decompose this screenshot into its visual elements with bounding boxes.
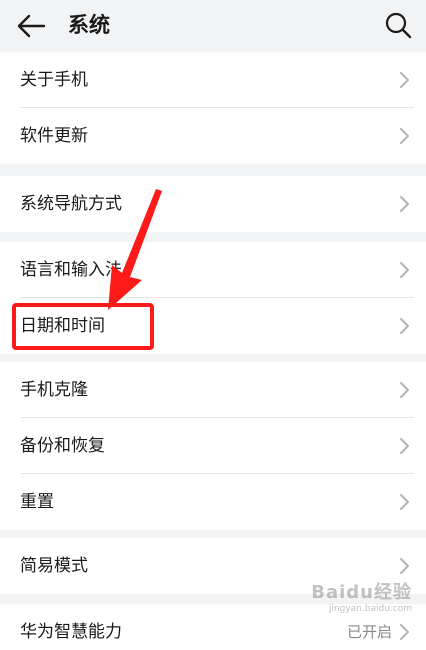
- settings-item-reset[interactable]: 重置: [0, 474, 426, 530]
- search-icon: [385, 12, 412, 39]
- page-title: 系统: [68, 13, 110, 37]
- chevron-right-icon: [400, 196, 409, 212]
- back-arrow-icon: [17, 14, 46, 38]
- chevron-right-icon: [400, 382, 409, 398]
- chevron-right-icon: [400, 262, 409, 278]
- watermark-main: Baidu经验: [311, 582, 412, 603]
- settings-item-system-navigation[interactable]: 系统导航方式: [0, 176, 426, 232]
- settings-group-1: 关于手机 软件更新: [0, 52, 426, 164]
- settings-item-label: 关于手机: [20, 70, 88, 90]
- watermark: Baidu经验 jingyan.baidu.com: [311, 578, 412, 614]
- search-button[interactable]: [382, 9, 414, 41]
- settings-item-label: 重置: [20, 492, 54, 512]
- settings-item-label: 华为智慧能力: [20, 622, 122, 642]
- settings-item-label: 简易模式: [20, 556, 88, 576]
- app-header: 系统: [0, 0, 426, 52]
- settings-item-backup-restore[interactable]: 备份和恢复: [0, 418, 426, 474]
- chevron-right-icon: [400, 624, 409, 640]
- settings-group-4: 手机克隆 备份和恢复 重置: [0, 362, 426, 530]
- chevron-right-icon: [400, 558, 409, 574]
- settings-item-about-phone[interactable]: 关于手机: [0, 52, 426, 108]
- chevron-right-icon: [400, 72, 409, 88]
- settings-item-label: 软件更新: [20, 126, 88, 146]
- settings-item-label: 手机克隆: [20, 380, 88, 400]
- annotation-arrow-icon: [108, 189, 162, 310]
- chevron-right-icon: [400, 128, 409, 144]
- settings-item-language-input[interactable]: 语言和输入法: [0, 242, 426, 298]
- back-button[interactable]: [14, 10, 50, 42]
- settings-page: 系统 关于手机 软件更新 系统导航方式 语言和输入法 日期和时间 手机克隆 备份…: [0, 0, 426, 650]
- settings-item-software-update[interactable]: 软件更新: [0, 108, 426, 164]
- annotation-highlight-box: [12, 303, 154, 350]
- settings-item-phone-clone[interactable]: 手机克隆: [0, 362, 426, 418]
- settings-item-label: 备份和恢复: [20, 436, 105, 456]
- watermark-sub: jingyan.baidu.com: [328, 604, 412, 614]
- chevron-right-icon: [400, 438, 409, 454]
- chevron-right-icon: [400, 318, 409, 334]
- settings-group-2: 系统导航方式: [0, 176, 426, 232]
- chevron-right-icon: [400, 494, 409, 510]
